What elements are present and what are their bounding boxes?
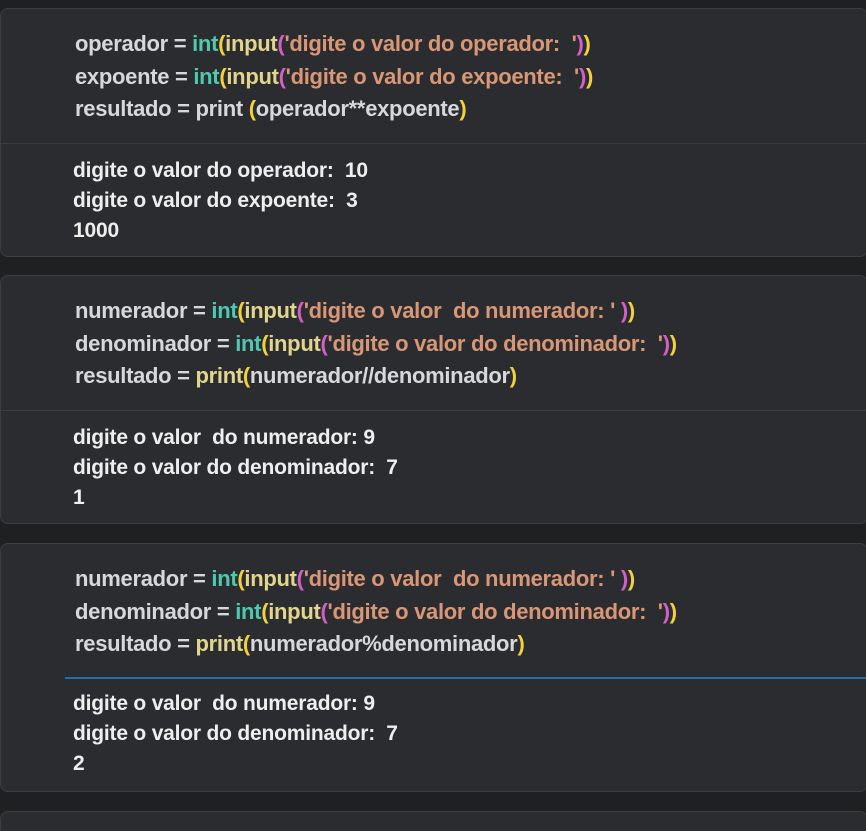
code-token: numerador = — [75, 298, 212, 323]
code-line: resultado = print(numerador//denominador… — [75, 360, 866, 393]
code-token: 'digite o valor do denominador: ' — [327, 330, 663, 356]
output-line: digite o valor do denominador: 7 — [73, 456, 398, 479]
code-token: ( — [320, 598, 328, 624]
code-token: numerador%denominador — [249, 631, 518, 656]
code-token: ) — [583, 31, 591, 56]
code-token: ) — [576, 31, 584, 56]
cell-output: digite o valor do operador: 10 digite o … — [73, 156, 368, 246]
code-token: ) — [509, 363, 517, 388]
code-token: numerador = — [75, 566, 212, 591]
code-token: int — [235, 330, 262, 356]
code-token: ) — [627, 566, 635, 591]
code-token: denominador = — [75, 330, 236, 356]
notebook-cell-3[interactable]: numerador = int(input('digite o valor do… — [0, 543, 866, 792]
code-token: denominador = — [75, 598, 236, 624]
code-token: ( — [242, 363, 250, 388]
code-token: int — [192, 31, 219, 56]
notebook-cell-1[interactable]: operador = int(input('digite o valor do … — [0, 8, 866, 257]
output-divider — [1, 143, 866, 144]
code-token: int — [211, 566, 238, 591]
code-line: denominador = int(input('digite o valor … — [75, 328, 866, 361]
output-line: 1000 — [73, 219, 119, 242]
output-line: digite o valor do operador: 10 — [73, 159, 368, 182]
code-token: ( — [296, 566, 304, 591]
code-token: resultado = — [75, 631, 196, 656]
code-token: ) — [620, 566, 628, 591]
code-token: 'digite o valor do expoente: ' — [285, 63, 580, 89]
code-line: numerador = int(input('digite o valor do… — [75, 295, 866, 328]
code-token: ) — [627, 298, 635, 323]
code-token: ) — [459, 96, 467, 121]
notebook-cell-4[interactable] — [0, 811, 866, 831]
code-token: 'digite o valor do denominador: ' — [327, 598, 663, 624]
code-token: numerador//denominador — [249, 363, 510, 388]
code-token: 'digite o valor do operador: ' — [284, 31, 577, 56]
code-line: numerador = int(input('digite o valor do… — [75, 563, 866, 596]
code-line: operador = int(input('digite o valor do … — [75, 28, 866, 61]
notebook-cell-2[interactable]: numerador = int(input('digite o valor do… — [0, 275, 866, 524]
output-line: 2 — [73, 752, 85, 775]
code-line: denominador = int(input('digite o valor … — [75, 596, 866, 629]
code-token: ( — [242, 631, 250, 656]
code-token: ) — [586, 63, 594, 89]
code-line: resultado = print (operador**expoente) — [75, 93, 866, 126]
code-editor[interactable]: numerador = int(input('digite o valor do… — [1, 544, 866, 661]
code-token: print — [195, 631, 244, 656]
code-token: 'digite o valor do numerador: ' — [303, 298, 621, 323]
output-line: digite o valor do expoente: 3 — [73, 189, 358, 212]
code-token: expoente = — [75, 63, 194, 89]
code-token: int — [211, 298, 238, 323]
code-token: ) — [669, 330, 677, 356]
code-token: input — [268, 598, 321, 624]
cell-output: digite o valor do numerador: 9 digite o … — [73, 689, 398, 779]
code-token: operador = — [75, 31, 193, 56]
code-token: ( — [248, 96, 256, 121]
code-token: operador**expoente — [255, 96, 460, 121]
code-line: expoente = int(input('digite o valor do … — [75, 61, 866, 94]
code-editor[interactable]: numerador = int(input('digite o valor do… — [1, 276, 866, 393]
code-token: int — [235, 598, 262, 624]
code-token: resultado = print — [75, 96, 249, 121]
code-token: print — [195, 363, 244, 388]
output-line: digite o valor do numerador: 9 — [73, 426, 375, 449]
code-token: ( — [320, 330, 328, 356]
code-token: input — [244, 298, 297, 323]
active-cell-divider — [65, 677, 866, 679]
code-token: input — [268, 330, 321, 356]
code-token: 'digite o valor do numerador: ' — [303, 566, 621, 591]
cell-output: digite o valor do numerador: 9 digite o … — [73, 423, 398, 513]
output-divider — [1, 410, 866, 411]
code-token: ( — [278, 63, 286, 89]
code-token: input — [226, 63, 279, 89]
code-token: int — [193, 63, 220, 89]
code-editor[interactable]: operador = int(input('digite o valor do … — [1, 9, 866, 126]
code-token: ) — [620, 298, 628, 323]
output-line: digite o valor do numerador: 9 — [73, 692, 375, 715]
code-token: input — [244, 566, 297, 591]
output-line: digite o valor do denominador: 7 — [73, 722, 398, 745]
code-token: ) — [662, 598, 670, 624]
code-line: resultado = print(numerador%denominador) — [75, 628, 866, 661]
output-line: 1 — [73, 486, 85, 509]
code-token: ( — [296, 298, 304, 323]
code-token: input — [225, 31, 278, 56]
code-token: resultado = — [75, 363, 196, 388]
code-token: ) — [662, 330, 670, 356]
code-token: ) — [669, 598, 677, 624]
code-token: ) — [517, 631, 525, 656]
code-token: ) — [578, 63, 587, 89]
